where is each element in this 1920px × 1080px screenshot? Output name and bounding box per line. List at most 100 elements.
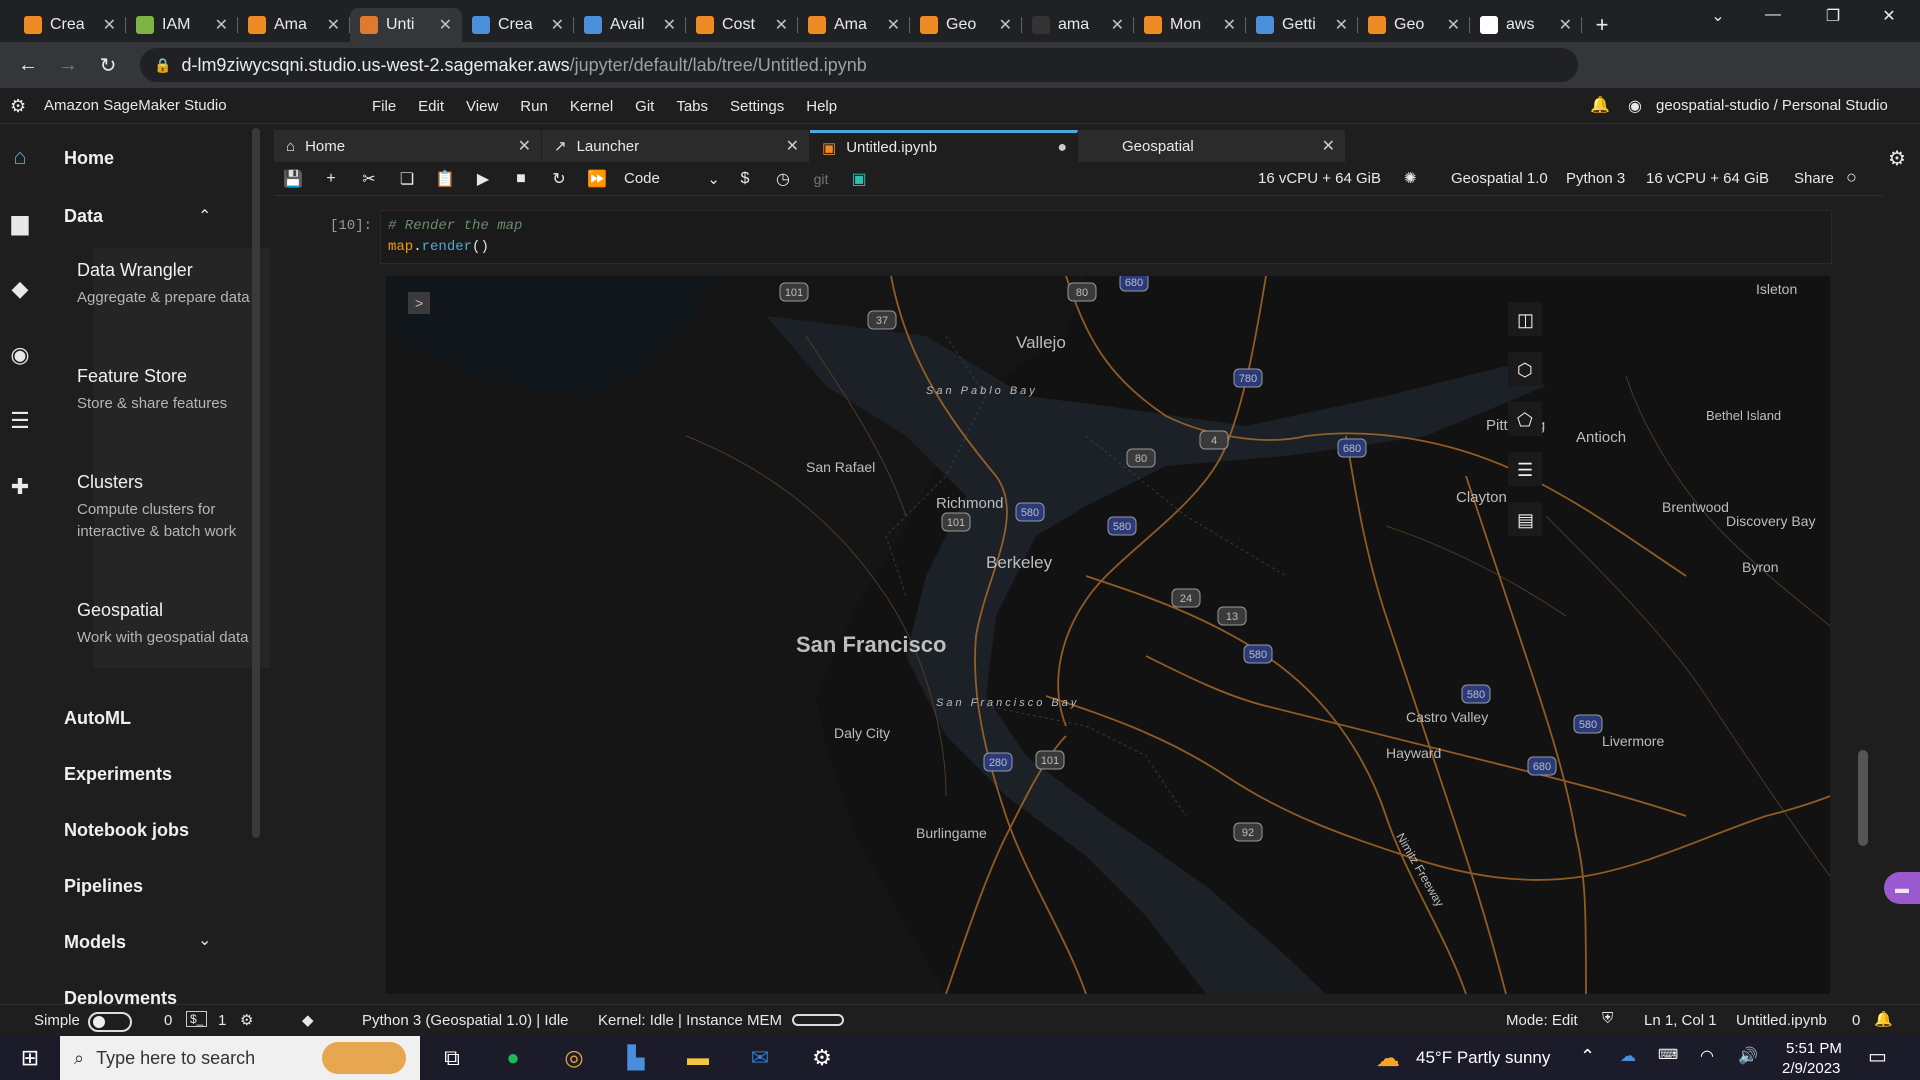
data-item-geospatial[interactable]: Geospatial Work with geospatial data	[77, 600, 257, 649]
tray-cloud-icon[interactable]: ☁	[1620, 1046, 1636, 1066]
tab-close-icon[interactable]: ✕	[551, 15, 564, 35]
tab-close-icon[interactable]: ✕	[327, 15, 340, 35]
simple-mode-toggle[interactable]	[88, 1012, 132, 1032]
nav-home[interactable]: Home	[64, 148, 114, 169]
git-icon[interactable]: ◆	[6, 276, 34, 304]
insert-cell-icon[interactable]: +	[312, 170, 350, 188]
cursor-position[interactable]: Ln 1, Col 1	[1644, 1012, 1717, 1029]
browser-tab[interactable]: Mon ✕	[1134, 8, 1246, 42]
settings-icon[interactable]: ⚙	[806, 1042, 838, 1074]
image-label[interactable]: Geospatial 1.0	[1451, 170, 1548, 187]
menu-kernel[interactable]: Kernel	[570, 98, 613, 115]
clock-time[interactable]: 5:51 PM	[1786, 1040, 1842, 1057]
git-status-icon[interactable]: ◆	[302, 1011, 314, 1029]
running-terminals-icon[interactable]: ◉	[6, 342, 34, 370]
tab-search-icon[interactable]: ⌄	[1695, 6, 1741, 26]
chevron-up-icon[interactable]: ⌃	[198, 206, 211, 226]
notification-bell-icon[interactable]: 🔔	[1874, 1010, 1893, 1028]
nav-pipelines[interactable]: Pipelines	[64, 876, 143, 897]
kernel-label[interactable]: Python 3	[1566, 170, 1625, 187]
menu-tabs[interactable]: Tabs	[676, 98, 708, 115]
task-view-icon[interactable]: ⧉	[436, 1042, 468, 1074]
minimize-icon[interactable]: —	[1750, 6, 1796, 24]
paste-icon[interactable]: 📋	[426, 169, 464, 189]
nav-models[interactable]: Models	[64, 932, 126, 953]
home-icon[interactable]: ⌂	[6, 144, 34, 172]
chrome-icon[interactable]: ◎	[558, 1042, 590, 1074]
chevron-down-icon[interactable]: ⌄	[198, 930, 211, 950]
onedrive-pdf-icon[interactable]: ▙	[620, 1042, 652, 1074]
unsaved-dot-icon[interactable]: ●	[1057, 139, 1067, 157]
new-tab-button[interactable]: +	[1582, 8, 1622, 42]
outlook-icon[interactable]: ✉	[744, 1042, 776, 1074]
clock-date[interactable]: 2/9/2023	[1782, 1060, 1840, 1077]
notebook-scrollbar[interactable]	[1858, 750, 1868, 846]
instance-label[interactable]: 16 vCPU + 64 GiB	[1258, 170, 1381, 187]
run-all-icon[interactable]: ⏩	[578, 169, 616, 189]
tray-ime-icon[interactable]: ⌨	[1658, 1046, 1678, 1063]
menu-edit[interactable]: Edit	[418, 98, 444, 115]
cut-icon[interactable]: ✂	[350, 169, 388, 189]
browser-tab[interactable]: Geo ✕	[1358, 8, 1470, 42]
folder-icon[interactable]: ▆	[6, 210, 34, 238]
tab-close-icon[interactable]: ✕	[103, 15, 116, 35]
browser-tab[interactable]: aws ✕	[1470, 8, 1582, 42]
kernel-info[interactable]: Python 3 (Geospatial 1.0) | Idle	[362, 1012, 569, 1029]
tab-close-icon[interactable]: ✕	[1223, 15, 1236, 35]
taskbar-search[interactable]: ⌕ Type here to search	[60, 1036, 420, 1080]
side-panel-scrollbar[interactable]	[252, 128, 260, 838]
property-inspector-icon[interactable]: ⚙	[1888, 146, 1906, 171]
nav-deployments[interactable]: Deployments	[64, 988, 177, 1004]
copy-icon[interactable]: ❏	[388, 169, 426, 189]
map-canvas[interactable]: > IsletonVallejoPittsburgAntiochBethel I…	[386, 276, 1830, 994]
forward-icon[interactable]: →	[48, 54, 88, 77]
address-bar[interactable]: 🔒 d-lm9ziwycsqni.studio.us-west-2.sagema…	[140, 48, 1578, 82]
code-cell[interactable]	[380, 210, 1832, 264]
menu-git[interactable]: Git	[635, 98, 654, 115]
menu-settings[interactable]: Settings	[730, 98, 784, 115]
close-tab-icon[interactable]: ✕	[518, 136, 531, 156]
tab-geospatial[interactable]: Geospatial ✕	[1078, 130, 1346, 162]
browser-tab[interactable]: IAM ✕	[126, 8, 238, 42]
instance-label-2[interactable]: 16 vCPU + 64 GiB	[1646, 170, 1769, 187]
tab-home[interactable]: ⌂ Home ✕	[274, 130, 542, 162]
map-output[interactable]: > IsletonVallejoPittsburgAntiochBethel I…	[386, 276, 1830, 994]
settings-gear-icon[interactable]: ✺	[1404, 169, 1417, 187]
close-tab-icon[interactable]: ✕	[786, 136, 799, 156]
nav-experiments[interactable]: Experiments	[64, 764, 172, 785]
restore-icon[interactable]: ❐	[1810, 6, 1856, 26]
menu-help[interactable]: Help	[806, 98, 837, 115]
tab-close-icon[interactable]: ✕	[663, 15, 676, 35]
data-item-data-wrangler[interactable]: Data Wrangler Aggregate & prepare data	[77, 260, 257, 309]
chat-bubble-icon[interactable]: ▬	[1884, 872, 1920, 904]
tab-close-icon[interactable]: ✕	[999, 15, 1012, 35]
cell-type-select[interactable]: Code ⌄	[624, 170, 720, 188]
file-explorer-icon[interactable]: ▬	[682, 1042, 714, 1074]
tab-close-icon[interactable]: ✕	[439, 15, 452, 35]
browser-tab[interactable]: Ama ✕	[798, 8, 910, 42]
browser-tab[interactable]: Crea ✕	[462, 8, 574, 42]
menu-view[interactable]: View	[466, 98, 498, 115]
share-button[interactable]: Share	[1794, 170, 1834, 187]
browser-tab[interactable]: Unti ✕	[350, 8, 462, 42]
browser-tab[interactable]: Getti ✕	[1246, 8, 1358, 42]
browser-tab[interactable]: Avail ✕	[574, 8, 686, 42]
extensions-puzzle-icon[interactable]: ✚	[6, 474, 34, 502]
browser-tab[interactable]: Ama ✕	[238, 8, 350, 42]
schedule-icon[interactable]: ▣	[840, 169, 878, 189]
spotify-icon[interactable]: ●	[497, 1042, 529, 1074]
save-icon[interactable]: 💾	[274, 169, 312, 189]
close-tab-icon[interactable]: ✕	[1322, 136, 1335, 156]
tab-close-icon[interactable]: ✕	[887, 15, 900, 35]
run-icon[interactable]: ▶	[464, 169, 502, 189]
data-item-clusters[interactable]: Clusters Compute clusters for interactive…	[77, 472, 257, 543]
action-center-icon[interactable]: ▭	[1868, 1044, 1887, 1069]
close-window-icon[interactable]: ✕	[1866, 6, 1912, 26]
clock-icon[interactable]: ◷	[764, 169, 802, 189]
tray-volume-icon[interactable]: 🔊	[1738, 1046, 1758, 1066]
tab-close-icon[interactable]: ✕	[775, 15, 788, 35]
user-space-label[interactable]: geospatial-studio / Personal Studio	[1656, 97, 1888, 114]
reload-icon[interactable]: ↻	[88, 53, 128, 78]
back-icon[interactable]: ←	[8, 54, 48, 77]
table-of-contents-icon[interactable]: ☰	[6, 408, 34, 436]
